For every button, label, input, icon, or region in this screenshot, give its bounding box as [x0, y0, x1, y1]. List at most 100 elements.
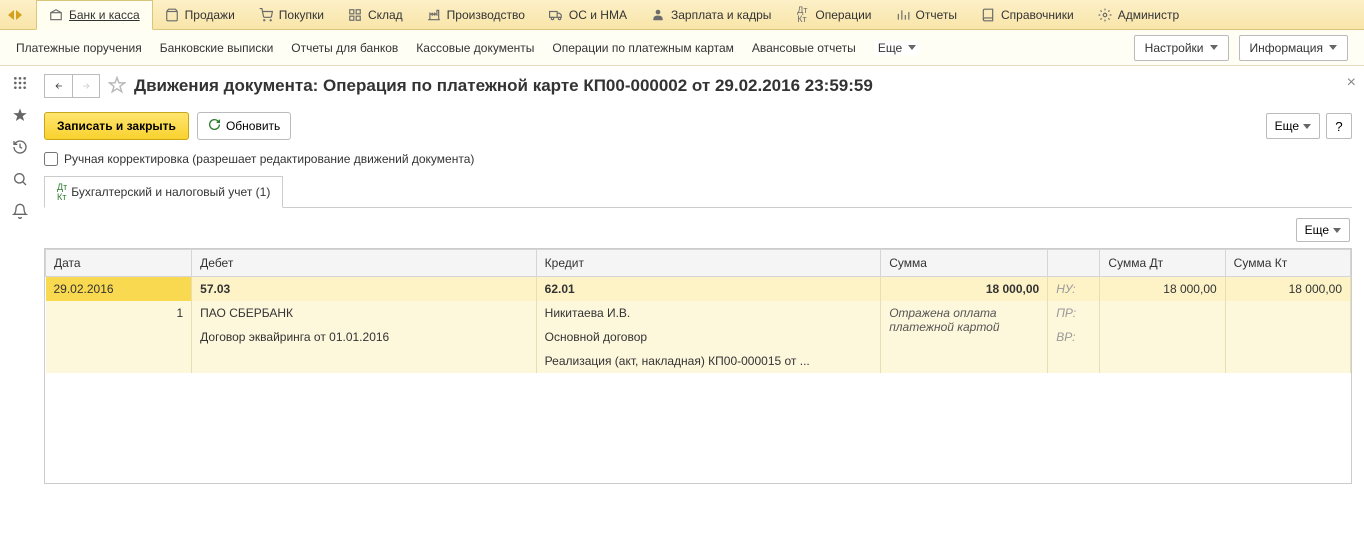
cell-empty: [1048, 349, 1100, 373]
sales-icon: [165, 8, 179, 22]
forward-button[interactable]: [72, 74, 100, 98]
topmenu-production[interactable]: Производство: [415, 1, 537, 29]
cell-sum-kt[interactable]: 18 000,00: [1225, 277, 1350, 302]
manual-edit-label: Ручная корректировка (разрешает редактир…: [64, 152, 474, 166]
tab-label: Бухгалтерский и налоговый учет (1): [71, 185, 270, 199]
close-icon[interactable]: ×: [1347, 74, 1356, 92]
info-label: Информация: [1250, 41, 1323, 55]
top-menu-bar: Банк и касса Продажи Покупки Склад Произ…: [0, 0, 1364, 30]
col-blank: [1048, 250, 1100, 277]
topmenu-label: Зарплата и кадры: [671, 8, 771, 22]
sub-link[interactable]: Операции по платежным картам: [552, 41, 734, 55]
save-close-button[interactable]: Записать и закрыть: [44, 112, 189, 140]
table-row[interactable]: 29.02.2016 57.03 62.01 18 000,00 НУ: 18 …: [46, 277, 1351, 302]
back-button[interactable]: [44, 74, 72, 98]
tabs: ДтКт Бухгалтерский и налоговый учет (1): [44, 176, 1352, 208]
cell-empty: [1225, 301, 1350, 325]
bank-icon: [49, 8, 63, 22]
apps-icon[interactable]: [11, 74, 29, 92]
cell-desc[interactable]: Отражена оплата платежной картой: [881, 301, 1048, 373]
cell-sum[interactable]: 18 000,00: [881, 277, 1048, 302]
book-icon: [981, 8, 995, 22]
sub-link[interactable]: Авансовые отчеты: [752, 41, 856, 55]
cell-credit-acc[interactable]: 62.01: [536, 277, 881, 302]
topmenu-directories[interactable]: Справочники: [969, 1, 1086, 29]
topmenu-label: Операции: [815, 8, 871, 22]
table-row[interactable]: Договор эквайринга от 01.01.2016 Основно…: [46, 325, 1351, 349]
settings-button[interactable]: Настройки: [1134, 35, 1229, 61]
cell-debit-acc[interactable]: 57.03: [192, 277, 537, 302]
cell-credit-sub3[interactable]: Реализация (акт, накладная) КП00-000015 …: [536, 349, 881, 373]
cell-empty: [1100, 301, 1225, 325]
more-label: Еще: [1275, 119, 1299, 133]
sub-more-label: Еще: [878, 41, 902, 55]
main-content: × Движения документа: Операция по платеж…: [40, 66, 1364, 484]
star-icon[interactable]: [11, 106, 29, 124]
topmenu-salary[interactable]: Зарплата и кадры: [639, 1, 783, 29]
sub-link[interactable]: Кассовые документы: [416, 41, 534, 55]
topmenu-bank[interactable]: Банк и касса: [36, 0, 153, 30]
info-button[interactable]: Информация: [1239, 35, 1348, 61]
topmenu-admin[interactable]: Администр: [1086, 1, 1191, 29]
topmenu-sales[interactable]: Продажи: [153, 1, 247, 29]
col-credit[interactable]: Кредит: [536, 250, 881, 277]
cell-credit-sub2[interactable]: Основной договор: [536, 325, 881, 349]
col-date[interactable]: Дата: [46, 250, 192, 277]
cell-pr: ПР:: [1048, 301, 1100, 325]
sub-more-button[interactable]: Еще: [874, 41, 920, 55]
sub-link[interactable]: Банковские выписки: [160, 41, 274, 55]
cell-credit-sub1[interactable]: Никитаева И.В.: [536, 301, 881, 325]
cell-empty: [46, 325, 192, 349]
history-icon[interactable]: [11, 138, 29, 156]
favorite-star-icon[interactable]: [108, 76, 126, 97]
grid-empty-area: [45, 373, 1351, 483]
topmenu-assets[interactable]: ОС и НМА: [537, 1, 639, 29]
bell-icon[interactable]: [11, 202, 29, 220]
cart-icon: [259, 8, 273, 22]
left-sidebar: [0, 66, 40, 484]
cell-empty: [192, 349, 537, 373]
topmenu-purchases[interactable]: Покупки: [247, 1, 336, 29]
sub-menu-bar: Платежные поручения Банковские выписки О…: [0, 30, 1364, 66]
topmenu-warehouse[interactable]: Склад: [336, 1, 415, 29]
topmenu-label: Склад: [368, 8, 403, 22]
tab-accounting[interactable]: ДтКт Бухгалтерский и налоговый учет (1): [44, 176, 283, 208]
chevron-down-icon: [1333, 228, 1341, 233]
postings-grid: Дата Дебет Кредит Сумма Сумма Дт Сумма К…: [44, 248, 1352, 484]
search-icon[interactable]: [11, 170, 29, 188]
col-sum-dt[interactable]: Сумма Дт: [1100, 250, 1225, 277]
production-icon: [427, 8, 441, 22]
cell-sum-dt[interactable]: 18 000,00: [1100, 277, 1225, 302]
table-row[interactable]: Реализация (акт, накладная) КП00-000015 …: [46, 349, 1351, 373]
topmenu-label: Производство: [447, 8, 525, 22]
table-row[interactable]: 1 ПАО СБЕРБАНК Никитаева И.В. Отражена о…: [46, 301, 1351, 325]
chevron-down-icon: [1303, 124, 1311, 129]
settings-label: Настройки: [1145, 41, 1204, 55]
help-button[interactable]: ?: [1326, 113, 1352, 139]
warehouse-icon: [348, 8, 362, 22]
chart-icon: [896, 8, 910, 22]
chevron-down-icon: [1210, 45, 1218, 50]
grid-more-button[interactable]: Еще: [1296, 218, 1350, 242]
sub-link[interactable]: Платежные поручения: [16, 41, 142, 55]
grid-more-label: Еще: [1305, 223, 1329, 237]
cell-debit-sub2[interactable]: Договор эквайринга от 01.01.2016: [192, 325, 537, 349]
manual-edit-checkbox[interactable]: [44, 152, 58, 166]
col-sum[interactable]: Сумма: [881, 250, 1048, 277]
refresh-icon: [208, 118, 221, 134]
col-sum-kt[interactable]: Сумма Кт: [1225, 250, 1350, 277]
nav-prev-icon[interactable]: [4, 10, 14, 20]
refresh-button[interactable]: Обновить: [197, 112, 291, 140]
topmenu-label: Отчеты: [916, 8, 957, 22]
col-debit[interactable]: Дебет: [192, 250, 537, 277]
cell-debit-sub1[interactable]: ПАО СБЕРБАНК: [192, 301, 537, 325]
sub-link[interactable]: Отчеты для банков: [291, 41, 398, 55]
cell-date[interactable]: 29.02.2016: [46, 277, 192, 302]
nav-next-icon[interactable]: [16, 10, 26, 20]
topmenu-operations[interactable]: ДтКт Операции: [783, 1, 883, 29]
more-button[interactable]: Еще: [1266, 113, 1320, 139]
tab-content: Еще Дата Дебет Кредит Сумма: [44, 208, 1352, 484]
topmenu-label: Продажи: [185, 8, 235, 22]
topmenu-reports[interactable]: Отчеты: [884, 1, 969, 29]
cell-num[interactable]: 1: [46, 301, 192, 325]
